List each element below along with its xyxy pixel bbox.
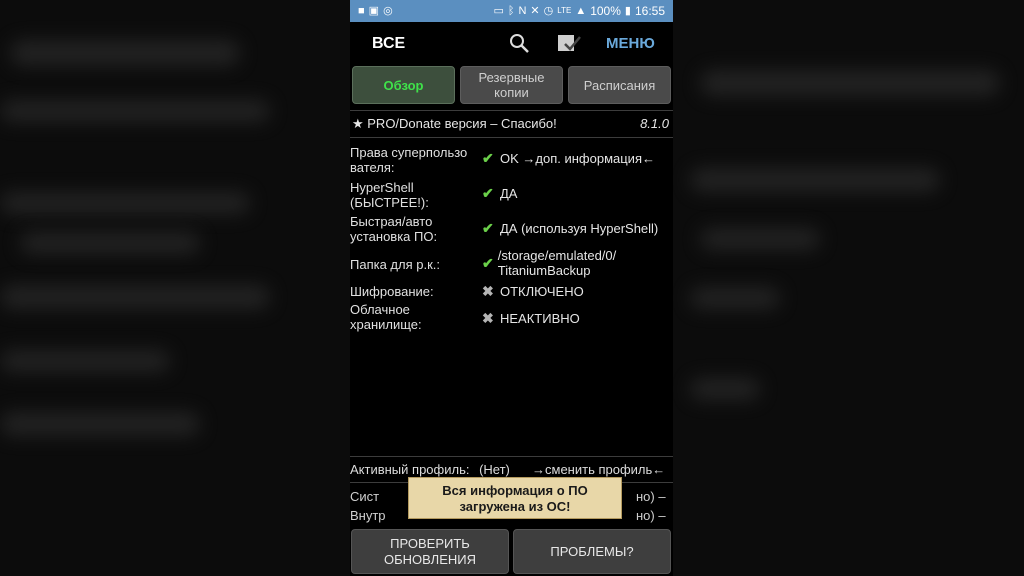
cloud-label: Облачное хранилище: <box>350 302 422 332</box>
signal-icon: ▲ <box>575 4 587 17</box>
root-value-text: OK →доп. информация← <box>500 151 655 166</box>
internal-storage-suffix: но) – <box>636 508 666 523</box>
action-bar: ВСЕ МЕНЮ <box>350 22 673 66</box>
divider <box>350 110 673 111</box>
install-value: ✔ ДА (используя HyperShell) <box>482 220 659 237</box>
bluetooth-icon: ᛒ <box>507 4 515 17</box>
tab-overview[interactable]: Обзор <box>352 66 455 104</box>
profile-label: Активный профиль: <box>350 462 470 477</box>
check-icon: ✔ <box>482 185 494 201</box>
root-value[interactable]: ✔ OK →доп. информация← <box>482 150 655 167</box>
batch-actions-icon[interactable] <box>557 32 581 54</box>
check-icon: ✔ <box>482 255 494 271</box>
folder-value-text: /storage/emulated/0/ TitaniumBackup <box>497 248 617 278</box>
nfc-icon: N <box>518 4 527 17</box>
instagram-icon: ◎ <box>383 4 393 17</box>
internal-storage-prefix: Внутр <box>350 508 386 523</box>
divider <box>350 137 673 138</box>
hypershell-value-text: ДА <box>500 186 518 201</box>
clock: 16:55 <box>634 4 665 18</box>
profile-value: (Нет) <box>479 462 510 477</box>
tab-schedules[interactable]: Расписания <box>568 66 671 104</box>
search-icon[interactable] <box>508 32 530 54</box>
menu-button[interactable]: МЕНЮ <box>606 35 655 52</box>
cloud-value: ✖ НЕАКТИВНО <box>482 310 580 327</box>
hypershell-label: HyperShell (БЫСТРЕЕ!): <box>350 180 429 210</box>
check-updates-button[interactable]: ПРОВЕРИТЬ ОБНОВЛЕНИЯ <box>351 529 509 574</box>
encryption-value-text: ОТКЛЮЧЕНО <box>500 284 584 299</box>
battery-icon: ▮ <box>624 4 631 17</box>
check-icon: ✔ <box>482 220 494 236</box>
folder-label: Папка для р.к.: <box>350 257 441 272</box>
check-icon: ✔ <box>482 150 494 166</box>
folder-value[interactable]: ✔ /storage/emulated/0/ TitaniumBackup <box>482 248 662 278</box>
alarm-icon: ◷ <box>543 4 554 17</box>
cloud-value-text: НЕАКТИВНО <box>500 311 580 326</box>
mute-icon: ✕ <box>530 4 540 17</box>
install-value-text: ДА (используя HyperShell) <box>500 221 659 236</box>
problems-button[interactable]: ПРОБЛЕМЫ? <box>513 529 671 574</box>
app-version: 8.1.0 <box>640 116 669 131</box>
pro-thanks-text: ★ PRO/Donate версия – Спасибо! <box>352 116 557 131</box>
tab-backups[interactable]: Резервные копии <box>460 66 563 104</box>
cast-icon: ▭ <box>493 4 504 17</box>
install-label: Быстрая/авто установка ПО: <box>350 214 438 244</box>
encryption-value: ✖ ОТКЛЮЧЕНО <box>482 283 584 300</box>
tab-bar: Обзор Резервные копии Расписания <box>350 66 673 106</box>
encryption-label: Шифрование: <box>350 284 434 299</box>
system-storage-prefix: Сист <box>350 489 380 504</box>
change-profile-link[interactable]: →сменить профиль← <box>532 462 665 477</box>
cross-icon: ✖ <box>482 283 494 299</box>
toast-message: Вся информация о ПО загружена из ОС! <box>408 477 622 519</box>
profile-row: Активный профиль: (Нет) →сменить профиль… <box>350 462 673 477</box>
filter-title[interactable]: ВСЕ <box>372 35 405 53</box>
root-label: Права суперпользо вателя: <box>350 145 468 175</box>
cross-icon: ✖ <box>482 310 494 326</box>
phone-screen: ■ ▣ ◎ ▭ ᛒ N ✕ ◷ LTE ▲ 100% ▮ 16:55 ВСЕ М… <box>350 0 673 576</box>
network-label: LTE <box>557 6 572 15</box>
battery-level: 100% <box>590 4 621 18</box>
image-icon: ▣ <box>368 4 380 17</box>
system-storage-suffix: но) – <box>636 489 666 504</box>
hypershell-value: ✔ ДА <box>482 185 518 202</box>
divider <box>350 456 673 457</box>
status-bar: ■ ▣ ◎ ▭ ᛒ N ✕ ◷ LTE ▲ 100% ▮ 16:55 <box>350 0 673 22</box>
video-icon: ■ <box>358 4 365 17</box>
